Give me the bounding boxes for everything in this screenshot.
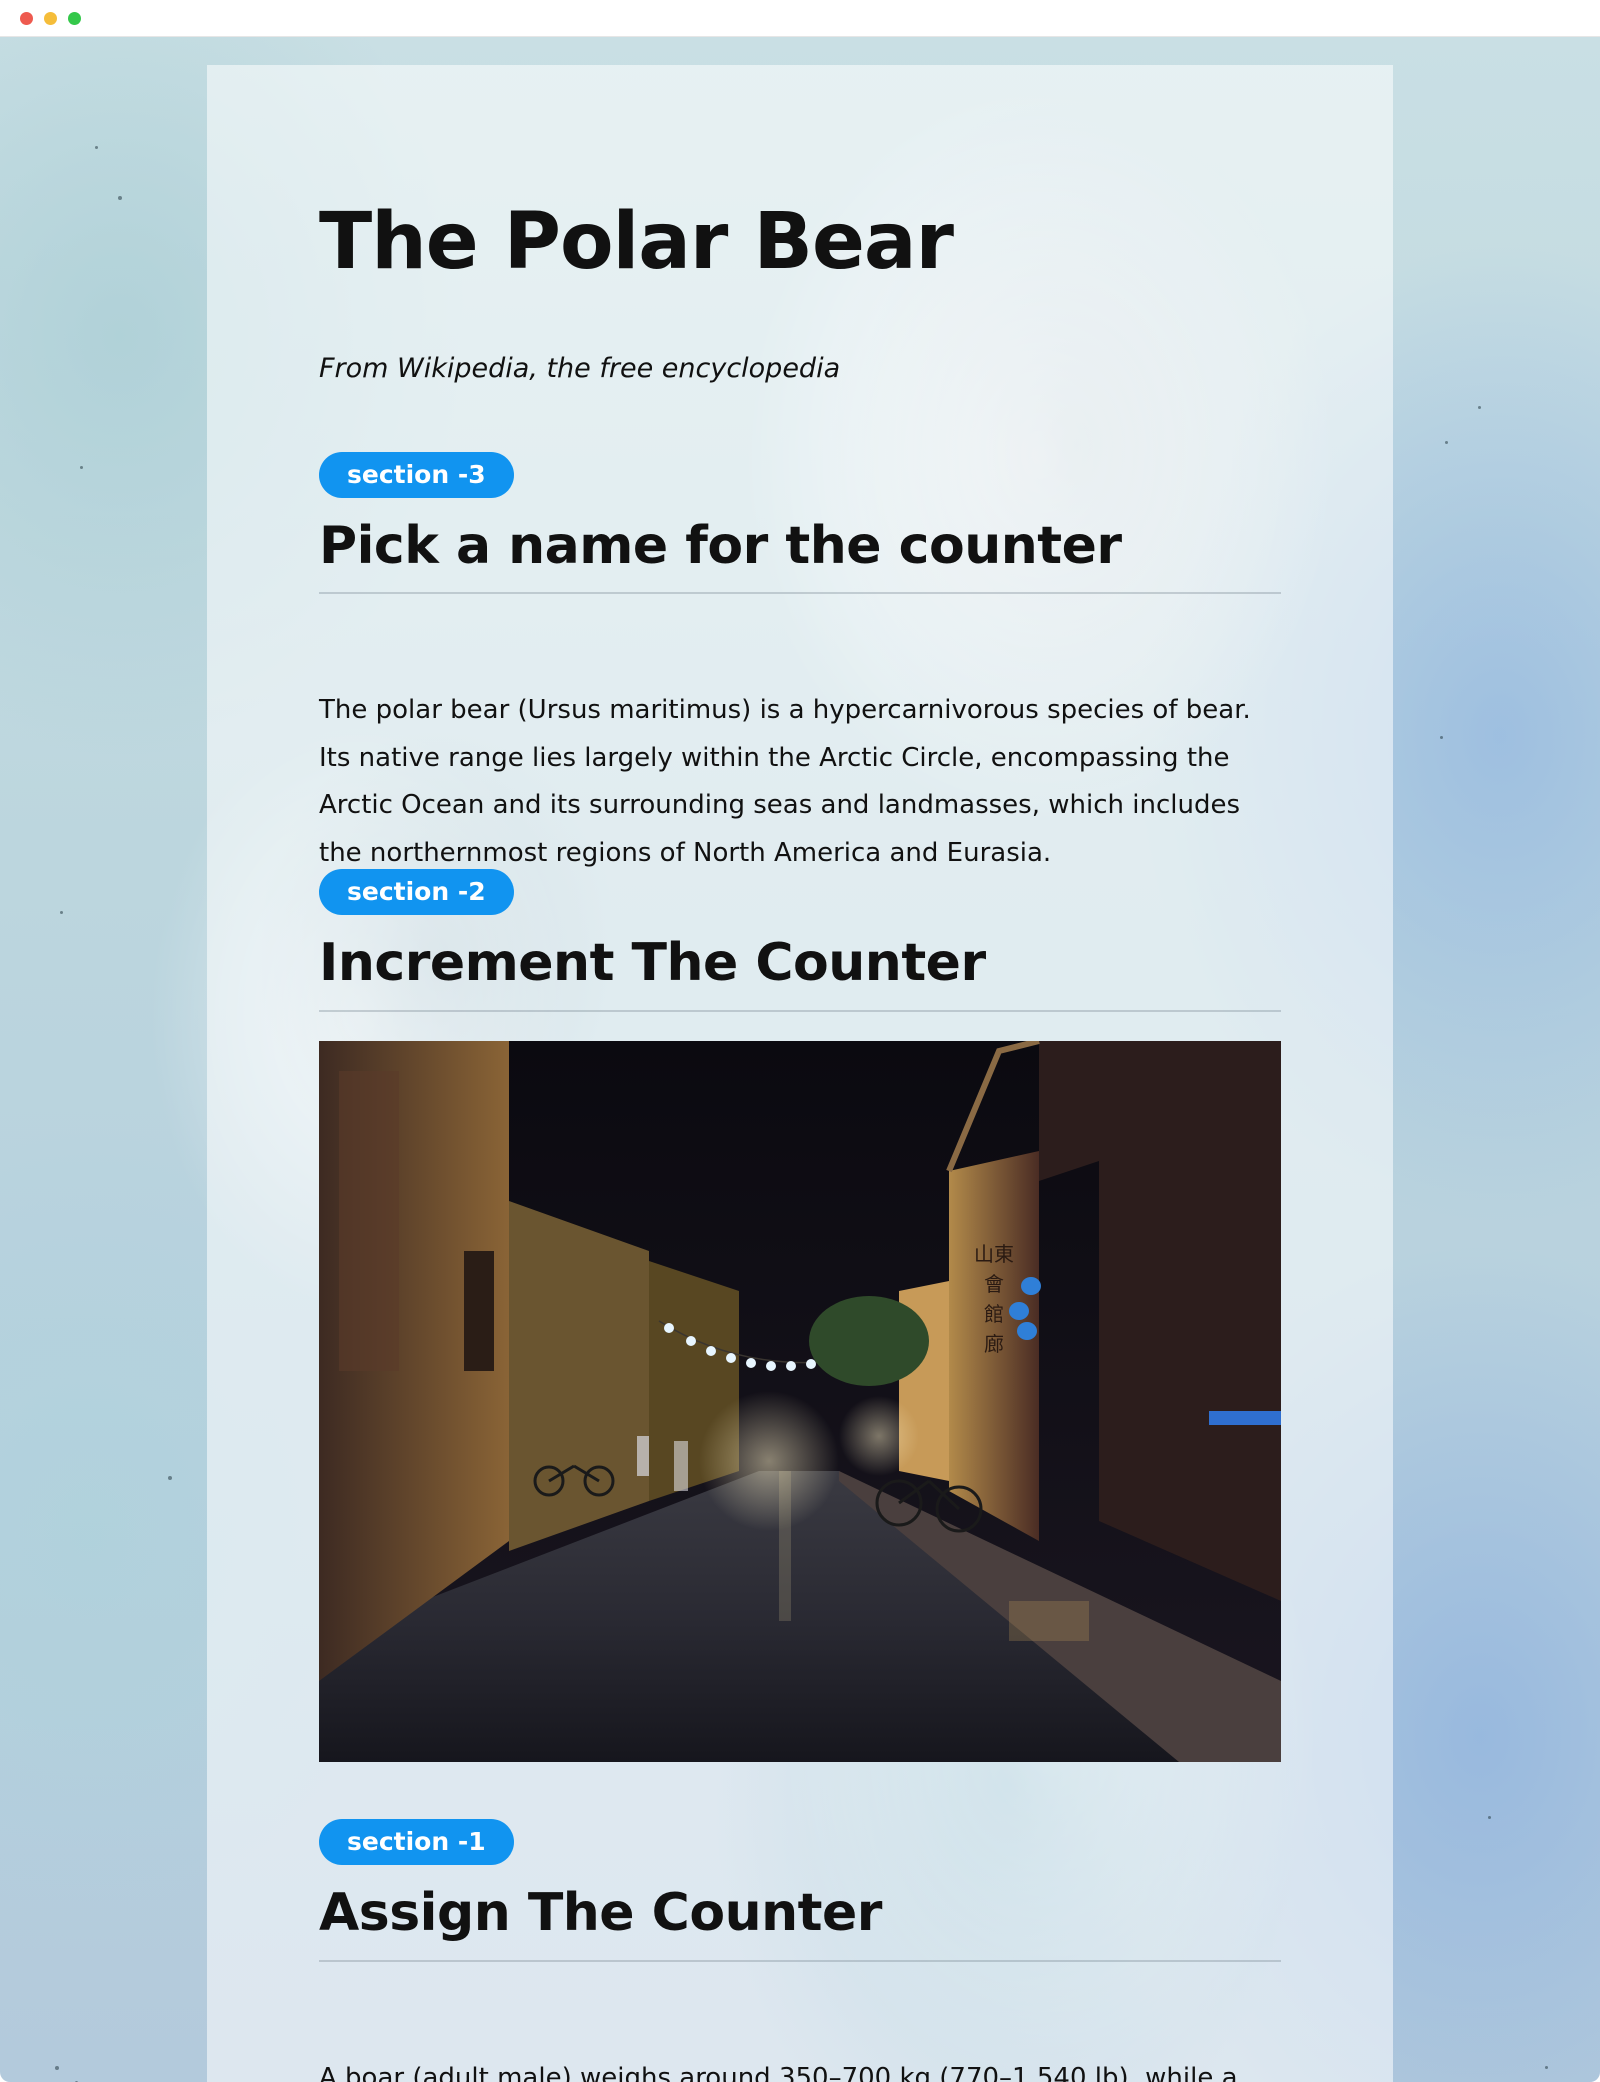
minimize-window-button[interactable] bbox=[44, 12, 57, 25]
page-subtitle: From Wikipedia, the free encyclopedia bbox=[319, 353, 841, 384]
maximize-window-button[interactable] bbox=[68, 12, 81, 25]
night-street-photo: 山東 會 館 廊 bbox=[319, 1041, 1281, 1762]
section-heading: Pick a name for the counter bbox=[319, 516, 1122, 576]
section-badge: section -3 bbox=[319, 452, 514, 498]
section-heading: Increment The Counter bbox=[319, 933, 986, 993]
page-title: The Polar Bear bbox=[319, 197, 954, 287]
section-paragraph: A boar (adult male) weighs around 350–70… bbox=[319, 2063, 1238, 2082]
photo-sign-text: 會 bbox=[984, 1272, 1004, 1296]
window-titlebar bbox=[0, 0, 1600, 37]
photo-sign-text: 山東 bbox=[974, 1242, 1014, 1266]
browser-window: The Polar Bear From Wikipedia, the free … bbox=[0, 0, 1600, 2082]
section-divider bbox=[319, 1960, 1281, 1962]
photo-sign-text: 廊 bbox=[984, 1332, 1004, 1356]
section-divider bbox=[319, 592, 1281, 594]
section-badge: section -1 bbox=[319, 1819, 514, 1865]
close-window-button[interactable] bbox=[20, 12, 33, 25]
photo-sign-text: 館 bbox=[984, 1302, 1004, 1326]
section-paragraph: The polar bear (Ursus maritimus) is a hy… bbox=[319, 695, 1251, 868]
section-divider bbox=[319, 1010, 1281, 1012]
section-heading: Assign The Counter bbox=[319, 1883, 882, 1943]
section-badge: section -2 bbox=[319, 869, 514, 915]
